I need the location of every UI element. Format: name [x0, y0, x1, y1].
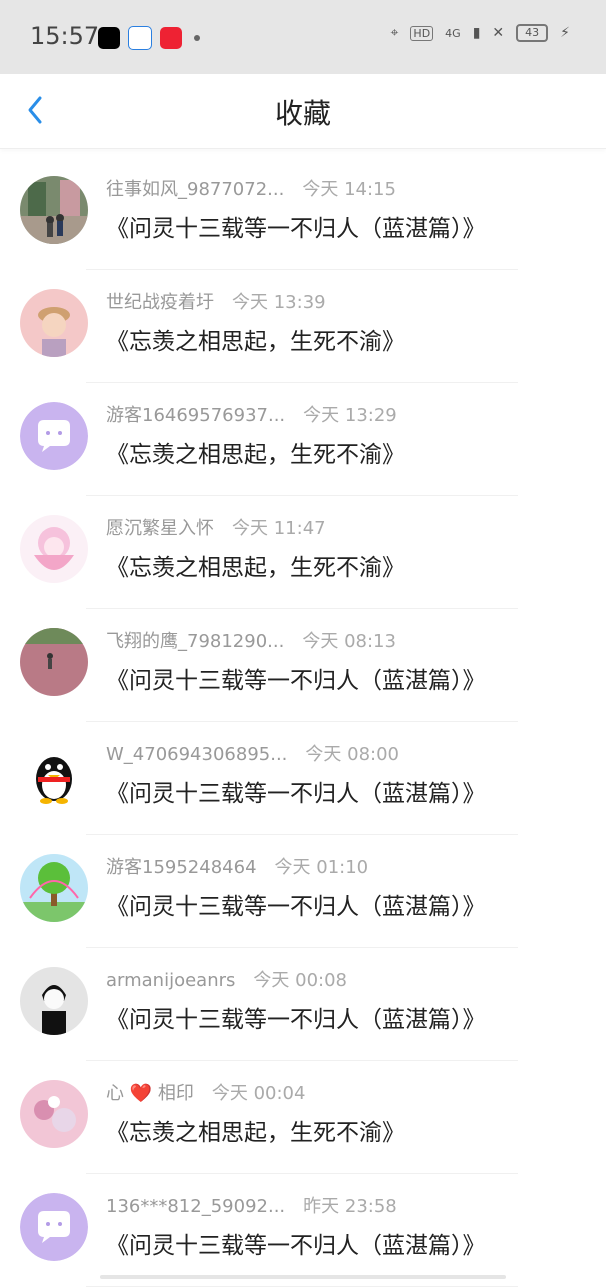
item-meta: 游客16469576937... 今天 13:29	[106, 401, 397, 427]
item-meta: W_470694306895... 今天 08:00	[106, 740, 399, 766]
notification-dot	[194, 35, 200, 41]
timestamp: 今天 14:15	[302, 179, 396, 200]
timestamp: 今天 00:08	[253, 970, 348, 991]
timestamp: 今天 08:00	[305, 744, 399, 765]
header: 收藏	[0, 74, 606, 149]
network-label: 4G	[445, 26, 461, 40]
username[interactable]: W_470694306895...	[106, 744, 287, 765]
timestamp: 今天 00:04	[211, 1083, 306, 1104]
article-title[interactable]: 《问灵十三载等一不归人（蓝湛篇）》	[106, 1226, 486, 1260]
favorite-item[interactable]: 往事如风_9877072... 今天 14:15 《问灵十三载等一不归人（蓝湛篇）》	[0, 157, 606, 270]
favorite-item[interactable]: armanijoeanrs 今天 00:08 《问灵十三载等一不归人（蓝湛篇）》	[0, 948, 606, 1061]
article-title[interactable]: 《问灵十三载等一不归人（蓝湛篇）》	[106, 1000, 486, 1034]
username[interactable]: 往事如风_9877072...	[106, 179, 284, 200]
favorite-item[interactable]: 飞翔的鹰_7981290... 今天 08:13 《问灵十三载等一不归人（蓝湛篇）》	[0, 609, 606, 722]
item-meta: 心 ❤️ 相印 今天 00:04	[106, 1079, 305, 1105]
app-blue-icon	[128, 26, 152, 50]
favorite-item[interactable]: 136***812_59092... 昨天 23:58 《问灵十三载等一不归人（蓝湛…	[0, 1174, 606, 1287]
avatar[interactable]	[20, 176, 88, 244]
article-title[interactable]: 《忘羡之相思起，生死不渝》	[106, 1113, 405, 1147]
item-meta: 世纪战疫着圩 今天 13:39	[106, 288, 326, 314]
timestamp: 昨天 23:58	[303, 1196, 397, 1217]
item-meta: 愿沉繁星入怀 今天 11:47	[106, 514, 326, 540]
item-meta: 136***812_59092... 昨天 23:58	[106, 1192, 397, 1218]
article-title[interactable]: 《问灵十三载等一不归人（蓝湛篇）》	[106, 887, 486, 921]
avatar[interactable]	[20, 854, 88, 922]
avatar[interactable]	[20, 628, 88, 696]
timestamp: 今天 13:29	[303, 405, 397, 426]
favorite-item[interactable]: 游客16469576937... 今天 13:29 《忘羡之相思起，生死不渝》	[0, 383, 606, 496]
item-meta: 游客1595248464 今天 01:10	[106, 853, 368, 879]
home-indicator	[100, 1275, 506, 1279]
avatar[interactable]	[20, 515, 88, 583]
username[interactable]: 游客1595248464	[106, 857, 257, 878]
capcut-icon	[98, 27, 120, 49]
article-title[interactable]: 《问灵十三载等一不归人（蓝湛篇）》	[106, 209, 486, 243]
status-right: ⌖ HD 4G ▮ ✕ 43 ⚡	[391, 24, 570, 42]
favorite-item[interactable]: 游客1595248464 今天 01:10 《问灵十三载等一不归人（蓝湛篇）》	[0, 835, 606, 948]
avatar[interactable]	[20, 1080, 88, 1148]
article-title[interactable]: 《问灵十三载等一不归人（蓝湛篇）》	[106, 661, 486, 695]
favorite-item[interactable]: 世纪战疫着圩 今天 13:39 《忘羡之相思起，生死不渝》	[0, 270, 606, 383]
avatar[interactable]	[20, 741, 88, 809]
article-title[interactable]: 《忘羡之相思起，生死不渝》	[106, 548, 405, 582]
timestamp: 今天 01:10	[274, 857, 369, 878]
hd-icon: HD	[410, 25, 434, 41]
timestamp: 今天 13:39	[232, 292, 326, 313]
status-bar: 15:57 ⌖ HD 4G ▮ ✕ 43 ⚡	[0, 0, 606, 74]
username[interactable]: armanijoeanrs	[106, 970, 235, 991]
item-meta: 飞翔的鹰_7981290... 今天 08:13	[106, 627, 396, 653]
username[interactable]: 心 ❤️ 相印	[106, 1083, 194, 1104]
app-red-icon	[160, 27, 182, 49]
location-icon: ⌖	[390, 25, 399, 41]
item-meta: armanijoeanrs 今天 00:08	[106, 966, 347, 992]
article-title[interactable]: 《问灵十三载等一不归人（蓝湛篇）》	[106, 774, 486, 808]
username[interactable]: 游客16469576937...	[106, 405, 285, 426]
favorite-item[interactable]: 心 ❤️ 相印 今天 00:04 《忘羡之相思起，生死不渝》	[0, 1061, 606, 1174]
username[interactable]: 愿沉繁星入怀	[106, 518, 214, 539]
charging-icon: ⚡	[560, 25, 570, 41]
timestamp: 今天 11:47	[232, 518, 326, 539]
signal-icon: ▮	[472, 25, 481, 41]
item-meta: 往事如风_9877072... 今天 14:15	[106, 175, 396, 201]
avatar[interactable]	[20, 967, 88, 1035]
wifi-off-icon: ✕	[492, 25, 505, 41]
username[interactable]: 世纪战疫着圩	[106, 292, 214, 313]
status-time: 15:57	[30, 22, 100, 50]
avatar[interactable]	[20, 289, 88, 357]
username[interactable]: 飞翔的鹰_7981290...	[106, 631, 284, 652]
avatar[interactable]	[20, 1193, 88, 1261]
favorite-item[interactable]: W_470694306895... 今天 08:00 《问灵十三载等一不归人（蓝湛篇…	[0, 722, 606, 835]
article-title[interactable]: 《忘羡之相思起，生死不渝》	[106, 435, 405, 469]
favorite-item[interactable]: 愿沉繁星入怀 今天 11:47 《忘羡之相思起，生死不渝》	[0, 496, 606, 609]
article-title[interactable]: 《忘羡之相思起，生死不渝》	[106, 322, 405, 356]
battery-icon: 43	[516, 24, 549, 42]
page-title: 收藏	[274, 97, 331, 130]
avatar[interactable]	[20, 402, 88, 470]
status-app-icons	[98, 26, 200, 50]
username[interactable]: 136***812_59092...	[106, 1196, 285, 1217]
timestamp: 今天 08:13	[302, 631, 396, 652]
favorites-list: 往事如风_9877072... 今天 14:15 《问灵十三载等一不归人（蓝湛篇）》…	[0, 157, 606, 1287]
